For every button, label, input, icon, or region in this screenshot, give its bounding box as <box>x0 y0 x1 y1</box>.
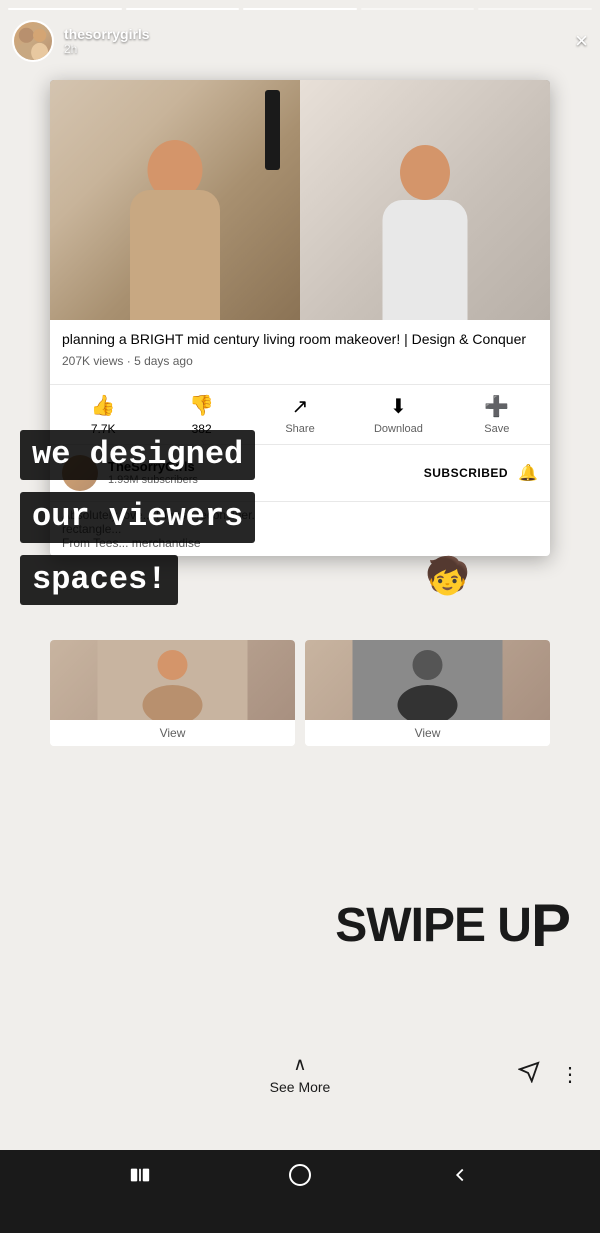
emoji-decoration: 🧒 <box>425 555 470 597</box>
video-left-panel <box>50 80 300 320</box>
download-icon: ⬇ <box>390 394 407 419</box>
story-bottom-actions: ⋮ <box>518 1061 580 1089</box>
send-icon[interactable] <box>518 1061 540 1089</box>
story-user-info: thesorrygirls 2h <box>64 26 575 56</box>
story-container: thesorrygirls 2h × plannin <box>0 0 600 1150</box>
person-head-right <box>400 145 450 200</box>
person-left <box>115 120 235 320</box>
thumbs-down-icon: 👎 <box>189 393 214 418</box>
save-button[interactable]: ➕ Save <box>448 394 546 435</box>
close-icon[interactable]: × <box>575 28 588 54</box>
video-right-panel <box>300 80 550 320</box>
overlay-line-3: spaces! <box>20 555 580 611</box>
avatar[interactable] <box>12 20 54 62</box>
navigation-bar <box>0 1150 600 1205</box>
see-more-label: See More <box>270 1079 331 1095</box>
mini-card-image-1 <box>50 640 295 720</box>
swipe-up-p: P <box>531 892 570 959</box>
progress-bar-2 <box>126 8 240 10</box>
avatar-image <box>14 22 52 60</box>
more-options-icon[interactable]: ⋮ <box>560 1062 580 1087</box>
overlay-text-3: spaces! <box>20 555 178 605</box>
story-time: 2h <box>64 42 575 56</box>
thumbs-up-icon: 👍 <box>91 393 116 418</box>
story-header: thesorrygirls 2h × <box>12 20 588 62</box>
download-button[interactable]: ⬇ Download <box>349 394 447 435</box>
overlay-line-2: our viewers <box>20 492 580 548</box>
meta-separator: · <box>127 354 134 368</box>
overlay-line-1: we designed <box>20 430 580 486</box>
overlay-container: we designed our viewers spaces! <box>0 430 600 617</box>
video-thumbnail[interactable] <box>50 80 550 320</box>
back-nav-button[interactable] <box>449 1164 471 1192</box>
mini-card-view-1[interactable]: View <box>50 720 295 746</box>
progress-bar-3 <box>243 8 357 10</box>
person-body-left <box>130 190 220 320</box>
save-icon: ➕ <box>484 394 509 419</box>
share-icon: ↗ <box>292 394 309 419</box>
progress-bar-5 <box>478 8 592 10</box>
share-button[interactable]: ↗ Share <box>251 394 349 435</box>
username: thesorrygirls <box>64 26 575 42</box>
overlay-text-2: our viewers <box>20 492 255 542</box>
mini-card-1[interactable]: View <box>50 640 295 746</box>
see-more-area[interactable]: ∧ See More <box>270 1054 331 1095</box>
video-meta: 207K views · 5 days ago <box>62 354 538 368</box>
upload-time: 5 days ago <box>134 354 193 368</box>
swipe-up-text: SWIPE UP <box>335 899 570 952</box>
swipe-up-container: SWIPE UP <box>335 902 570 950</box>
person-body-right <box>383 200 468 320</box>
video-info: planning a BRIGHT mid century living roo… <box>50 320 550 385</box>
progress-bar-1 <box>8 8 122 10</box>
menu-nav-button[interactable] <box>129 1164 151 1192</box>
home-nav-button[interactable] <box>288 1163 312 1193</box>
overlay-text-1: we designed <box>20 430 255 480</box>
mini-card-view-2[interactable]: View <box>305 720 550 746</box>
progress-bar-4 <box>361 8 475 10</box>
person-right <box>365 120 485 320</box>
mini-card-2[interactable]: View <box>305 640 550 746</box>
progress-bars <box>8 8 592 10</box>
video-title[interactable]: planning a BRIGHT mid century living roo… <box>62 330 538 350</box>
chevron-up-icon: ∧ <box>293 1054 306 1075</box>
guitar-decoration <box>265 90 280 170</box>
lower-section: View View <box>50 620 550 746</box>
mini-card-image-2 <box>305 640 550 720</box>
view-count: 207K views <box>62 354 123 368</box>
mini-cards: View View <box>50 640 550 746</box>
story-bottom: ∧ See More ⋮ <box>0 1054 600 1095</box>
